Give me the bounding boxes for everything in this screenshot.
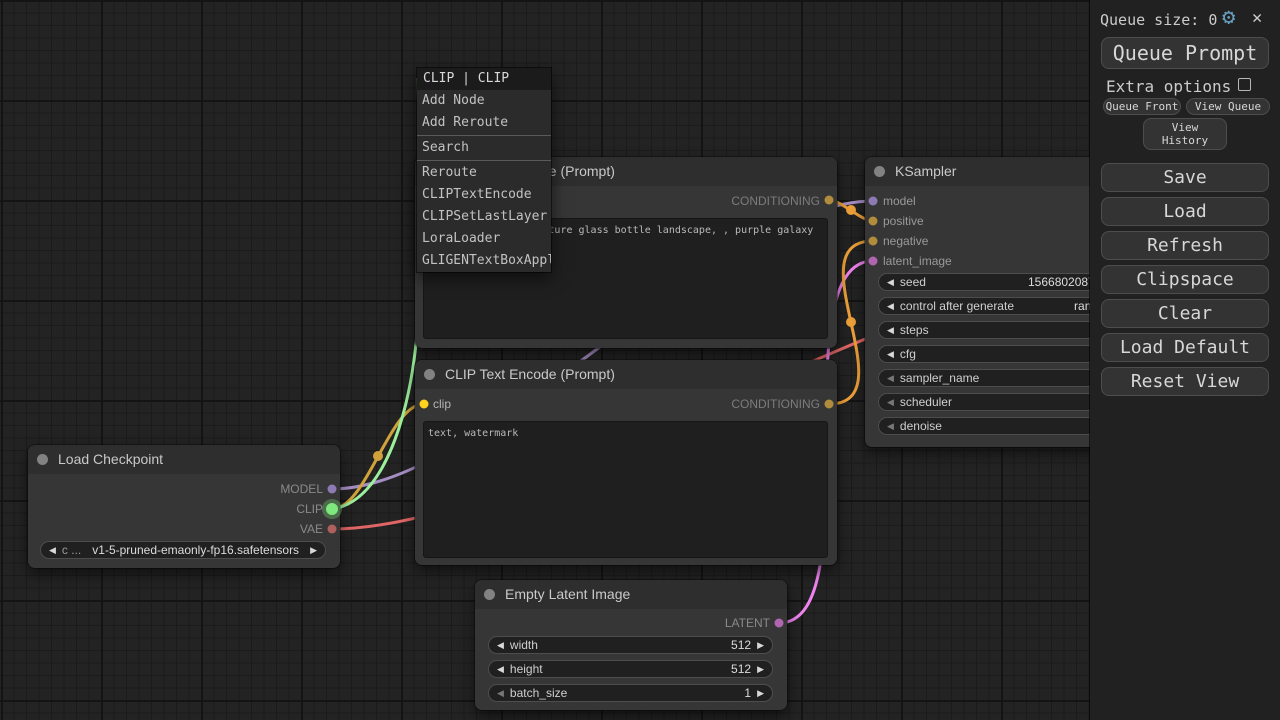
output-clip-label: CLIP: [296, 501, 323, 517]
node-graph-canvas[interactable]: Load Checkpoint MODEL CLIP VAE ◀ c ... v…: [0, 0, 1280, 720]
close-icon[interactable]: ✕: [1252, 8, 1262, 28]
clip-wire: [332, 404, 424, 509]
left-arrow-icon[interactable]: ◀: [887, 325, 894, 336]
prompt-textarea[interactable]: text, watermark: [423, 421, 828, 558]
widget-label: height: [510, 662, 543, 676]
node-title: KSampler: [895, 157, 956, 186]
node-empty-latent-image[interactable]: Empty Latent Image LATENT ◀ width 512 ▶ …: [475, 580, 787, 710]
left-arrow-icon[interactable]: ◀: [49, 545, 56, 556]
menu-item-add-node[interactable]: Add Node: [417, 90, 551, 112]
node-title-bar[interactable]: CLIP Text Encode (Prompt): [415, 360, 837, 389]
menu-separator: [417, 135, 551, 136]
batch-size-widget[interactable]: ◀ batch_size 1 ▶: [488, 684, 773, 702]
settings-gear-icon[interactable]: ⚙: [1222, 5, 1235, 30]
widget-label: sampler_name: [900, 371, 979, 385]
extra-options-checkbox[interactable]: [1238, 78, 1251, 91]
node-title: Load Checkpoint: [58, 445, 163, 474]
input-positive-label: positive: [883, 213, 924, 229]
widget-label: width: [510, 638, 538, 652]
widget-value: v1-5-pruned-emaonly-fp16.safetensors: [92, 543, 299, 557]
menu-item-add-reroute[interactable]: Add Reroute: [417, 112, 551, 134]
menu-separator: [417, 160, 551, 161]
left-arrow-icon[interactable]: ◀: [887, 277, 894, 288]
widget-value: 512: [731, 638, 751, 652]
node-load-checkpoint[interactable]: Load Checkpoint MODEL CLIP VAE ◀ c ... v…: [28, 445, 340, 568]
widget-value: 1: [744, 686, 751, 700]
widget-label: denoise: [900, 419, 942, 433]
widget-label: seed: [900, 275, 926, 289]
input-negative-label: negative: [883, 233, 928, 249]
collapse-dot-icon[interactable]: [484, 589, 495, 600]
left-arrow-icon[interactable]: ◀: [887, 373, 894, 384]
context-menu-title: CLIP | CLIP: [417, 68, 551, 90]
left-arrow-icon[interactable]: ◀: [887, 349, 894, 360]
load-button[interactable]: Load: [1101, 197, 1269, 226]
node-title-bar[interactable]: Load Checkpoint: [28, 445, 340, 474]
node-title: Empty Latent Image: [505, 580, 630, 609]
widget-label: c ...: [62, 543, 81, 557]
widget-label: batch_size: [510, 686, 567, 700]
collapse-dot-icon[interactable]: [37, 454, 48, 465]
link-midpoint-dot: [846, 205, 856, 215]
link-midpoint-dot: [846, 317, 856, 327]
comfy-menu-panel: Queue size: 0 ⚙ ✕ Queue Prompt Extra opt…: [1090, 0, 1280, 720]
refresh-button[interactable]: Refresh: [1101, 231, 1269, 260]
input-latent-image-label: latent_image: [883, 253, 952, 269]
menu-item-gligentextboxapply[interactable]: GLIGENTextBoxApply: [417, 250, 551, 272]
node-title-bar[interactable]: Empty Latent Image: [475, 580, 787, 609]
left-arrow-icon[interactable]: ◀: [497, 640, 504, 651]
menu-item-loraloader[interactable]: LoraLoader: [417, 228, 551, 250]
widget-value: 1566802087: [1028, 275, 1095, 289]
extra-options-label: Extra options: [1106, 77, 1231, 96]
menu-item-search[interactable]: Search: [417, 137, 551, 159]
left-arrow-icon[interactable]: ◀: [887, 421, 894, 432]
menu-item-cliptextencode[interactable]: CLIPTextEncode: [417, 184, 551, 206]
input-model-label: model: [883, 193, 916, 209]
right-arrow-icon[interactable]: ▶: [310, 545, 317, 556]
left-arrow-icon[interactable]: ◀: [497, 688, 504, 699]
clear-button[interactable]: Clear: [1101, 299, 1269, 328]
view-queue-button[interactable]: View Queue: [1186, 98, 1270, 115]
width-widget[interactable]: ◀ width 512 ▶: [488, 636, 773, 654]
load-default-button[interactable]: Load Default: [1101, 333, 1269, 362]
link-midpoint-dot: [373, 451, 383, 461]
output-conditioning-label: CONDITIONING: [731, 193, 820, 209]
save-button[interactable]: Save: [1101, 163, 1269, 192]
height-widget[interactable]: ◀ height 512 ▶: [488, 660, 773, 678]
widget-label: cfg: [900, 347, 916, 361]
queue-front-button[interactable]: Queue Front: [1103, 98, 1181, 115]
widget-label: scheduler: [900, 395, 952, 409]
clipspace-button[interactable]: Clipspace: [1101, 265, 1269, 294]
left-arrow-icon[interactable]: ◀: [887, 301, 894, 312]
right-arrow-icon[interactable]: ▶: [757, 688, 764, 699]
widget-value: 512: [731, 662, 751, 676]
widget-label: steps: [900, 323, 929, 337]
reset-view-button[interactable]: Reset View: [1101, 367, 1269, 396]
right-arrow-icon[interactable]: ▶: [757, 664, 764, 675]
widget-label: control after generate: [900, 299, 1014, 313]
dragging-link-wire: [332, 78, 420, 509]
context-menu: CLIP | CLIP Add Node Add Reroute Search …: [417, 68, 551, 272]
menu-item-reroute[interactable]: Reroute: [417, 162, 551, 184]
output-vae-label: VAE: [300, 521, 323, 537]
input-clip-label: clip: [433, 396, 451, 412]
right-arrow-icon[interactable]: ▶: [757, 640, 764, 651]
node-clip-text-encode-negative[interactable]: CLIP Text Encode (Prompt) clip CONDITION…: [415, 360, 837, 565]
left-arrow-icon[interactable]: ◀: [887, 397, 894, 408]
node-title: CLIP Text Encode (Prompt): [445, 360, 615, 389]
view-history-button[interactable]: View History: [1143, 118, 1227, 150]
left-arrow-icon[interactable]: ◀: [497, 664, 504, 675]
collapse-dot-icon[interactable]: [874, 166, 885, 177]
queue-size-label: Queue size: 0: [1100, 11, 1217, 29]
ckpt-name-combo[interactable]: ◀ c ... v1-5-pruned-emaonly-fp16.safeten…: [40, 541, 326, 559]
output-conditioning-label: CONDITIONING: [731, 396, 820, 412]
output-model-label: MODEL: [280, 481, 323, 497]
collapse-dot-icon[interactable]: [424, 369, 435, 380]
menu-item-clipsetlastlayer[interactable]: CLIPSetLastLayer: [417, 206, 551, 228]
queue-prompt-button[interactable]: Queue Prompt: [1101, 37, 1269, 69]
output-latent-label: LATENT: [725, 615, 770, 631]
